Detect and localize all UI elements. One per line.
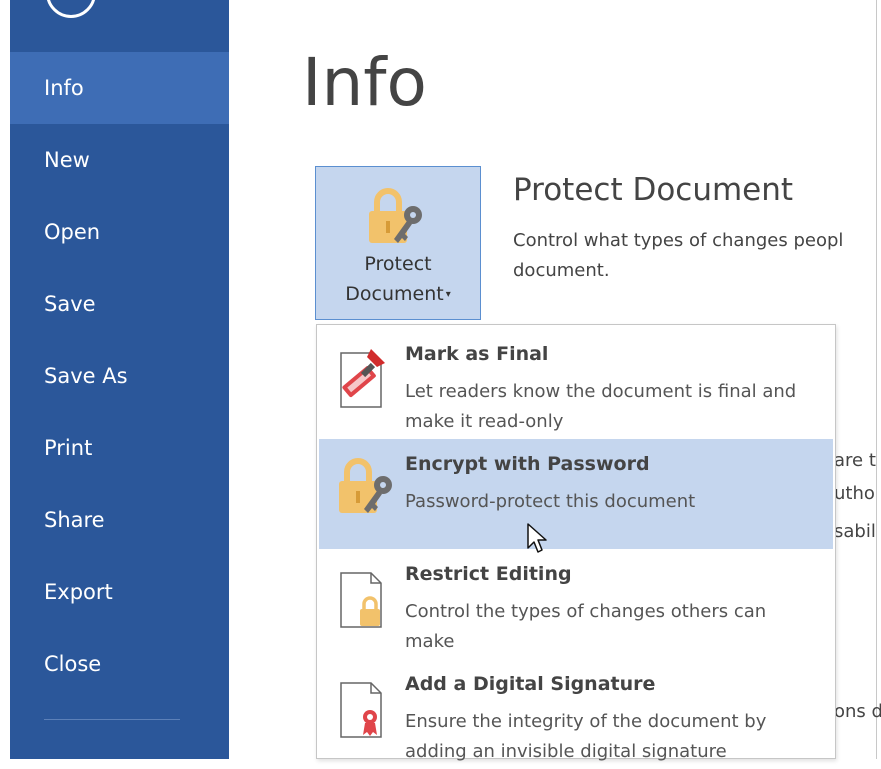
nav-item-new[interactable]: New (10, 124, 229, 196)
background-text-fragment: ons d (834, 701, 881, 722)
mark-final-icon (337, 345, 391, 413)
background-text-fragment: sabil (834, 521, 876, 542)
add-digital-signature-title: Add a Digital Signature (405, 673, 656, 695)
menu-item-restrict-editing[interactable]: Restrict Editing Control the types of ch… (319, 549, 833, 659)
window-edge (876, 0, 877, 759)
nav-item-export[interactable]: Export (10, 556, 229, 628)
background-text-fragment: are t (834, 450, 876, 471)
restrict-editing-description: Control the types of changes others can … (405, 601, 767, 652)
protect-document-menu: Mark as Final Let readers know the docum… (316, 324, 836, 762)
mouse-pointer-icon (526, 522, 550, 560)
protect-document-button[interactable]: Protect Document ▾ (315, 166, 481, 320)
protect-description-line1: Control what types of changes peopl (513, 230, 844, 251)
encrypt-with-password-description: Password-protect this document (405, 491, 696, 512)
protect-document-label-line2: Document (345, 283, 444, 305)
mark-as-final-title: Mark as Final (405, 343, 549, 365)
protect-document-description: Control what types of changes peopl docu… (513, 226, 876, 286)
nav-item-open[interactable]: Open (10, 196, 229, 268)
protect-document-heading: Protect Document (513, 172, 794, 208)
dropdown-caret-icon: ▾ (445, 288, 451, 300)
menu-item-encrypt-with-password[interactable]: Encrypt with Password Password-protect t… (319, 439, 833, 549)
digital-signature-icon (337, 675, 391, 743)
mark-as-final-description: Let readers know the document is final a… (405, 381, 797, 432)
menu-item-add-digital-signature[interactable]: Add a Digital Signature Ensure the integ… (319, 659, 833, 769)
background-text-fragment: utho (834, 483, 875, 504)
add-digital-signature-description: Ensure the integrity of the document by … (405, 711, 767, 762)
nav-item-info[interactable]: Info (10, 52, 229, 124)
nav-item-close[interactable]: Close (10, 628, 229, 700)
page-title: Info (302, 44, 427, 121)
nav-item-save-as[interactable]: Save As (10, 340, 229, 412)
nav-item-print[interactable]: Print (10, 412, 229, 484)
restrict-editing-title: Restrict Editing (405, 563, 572, 585)
restrict-editing-icon (337, 565, 391, 633)
nav-item-save[interactable]: Save (10, 268, 229, 340)
encrypt-with-password-title: Encrypt with Password (405, 453, 650, 475)
nav-item-share[interactable]: Share (10, 484, 229, 556)
protect-document-label-line1: Protect (364, 253, 432, 275)
back-button[interactable] (46, 0, 96, 18)
menu-item-mark-as-final[interactable]: Mark as Final Let readers know the docum… (319, 329, 833, 439)
protect-description-line2: document. (513, 260, 610, 281)
lock-key-icon (367, 185, 431, 251)
backstage-sidebar: Info New Open Save Save As Print Share E… (10, 0, 229, 759)
nav-divider (44, 719, 180, 720)
lock-key-icon (337, 455, 401, 521)
